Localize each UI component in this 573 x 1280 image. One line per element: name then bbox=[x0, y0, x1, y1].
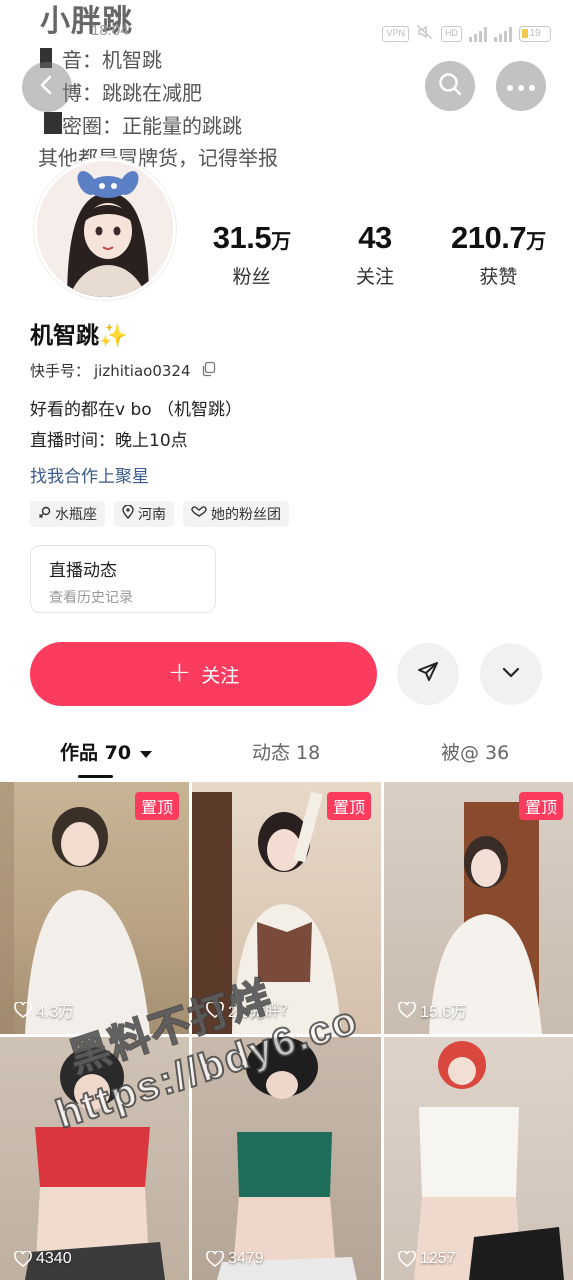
live-history-card[interactable]: 直播动态 查看历史记录 bbox=[30, 545, 216, 613]
pinned-badge: 置顶 bbox=[518, 792, 563, 820]
stat-number: 43 bbox=[313, 220, 436, 256]
mute-icon bbox=[416, 24, 434, 44]
thumbnail-image bbox=[414, 1041, 564, 1280]
location-pin-icon bbox=[122, 504, 134, 523]
live-card-title: 直播动态 bbox=[49, 561, 117, 581]
signal-icon bbox=[469, 26, 487, 42]
content-tabs: 作品 70 动态 18 被@ 36 bbox=[0, 730, 573, 780]
stat-label: 关注 bbox=[355, 266, 394, 288]
follow-label: 关注 bbox=[201, 664, 240, 687]
status-bar: 18:04 VPN HD 19 bbox=[0, 0, 573, 42]
stat-number: 210.7万 bbox=[437, 220, 560, 256]
stat-label: 粉丝 bbox=[232, 266, 271, 288]
stat-label: 获赞 bbox=[479, 266, 518, 288]
pinned-badge: 置顶 bbox=[134, 792, 179, 820]
stat-unit: 万 bbox=[271, 231, 291, 253]
stat-likes[interactable]: 210.7万 获赞 bbox=[437, 220, 560, 300]
tab-moments[interactable]: 动态 18 bbox=[252, 738, 320, 765]
like-count-value: 15.6万 bbox=[420, 1004, 468, 1021]
nickname: 机智跳✨ bbox=[30, 323, 128, 349]
status-icons: VPN HD 19 bbox=[382, 24, 551, 44]
tag-constellation[interactable]: 水瓶座 bbox=[30, 501, 105, 527]
background-bio-line: 博：跳跳在减肥 bbox=[62, 81, 202, 105]
tab-label: 作品 70 bbox=[60, 742, 132, 764]
redaction-mark bbox=[44, 112, 62, 134]
battery-level: 19 bbox=[529, 28, 541, 39]
avatar-illustration bbox=[37, 161, 173, 297]
heart-icon bbox=[206, 1251, 224, 1267]
avatar[interactable] bbox=[34, 158, 176, 300]
tab-mentions[interactable]: 被@ 36 bbox=[441, 738, 509, 765]
uid-value: jizhitiao0324 bbox=[94, 361, 191, 380]
background-bio-line: 密圈：正能量的跳跳 bbox=[62, 114, 242, 138]
signal-icon bbox=[494, 26, 512, 42]
chevron-down-icon bbox=[500, 661, 522, 687]
tag-location[interactable]: 河南 bbox=[114, 501, 174, 527]
copy-icon[interactable] bbox=[201, 361, 217, 381]
like-count: 15.6万 bbox=[398, 998, 467, 1022]
tag-label: 她的粉丝团 bbox=[211, 507, 281, 523]
video-thumbnail[interactable]: 1257 bbox=[384, 1037, 573, 1280]
tag-fan-group[interactable]: 她的粉丝团 bbox=[183, 501, 289, 527]
search-icon bbox=[437, 71, 463, 101]
more-button[interactable] bbox=[496, 61, 546, 111]
plus-icon: + bbox=[167, 655, 192, 688]
vpn-icon: VPN bbox=[382, 26, 409, 42]
hd-icon: HD bbox=[441, 26, 462, 42]
user-id-row: 快手号： jizhitiao0324 bbox=[30, 360, 217, 381]
stat-following[interactable]: 43 关注 bbox=[313, 220, 436, 300]
back-button[interactable] bbox=[22, 62, 72, 112]
tag-label: 水瓶座 bbox=[55, 507, 97, 523]
tag-label: 河南 bbox=[138, 507, 166, 523]
bio-line: 好看的都在v bo （机智跳） bbox=[30, 400, 243, 420]
collaboration-link[interactable]: 找我合作上聚星 bbox=[30, 462, 149, 487]
like-count-value: 3479 bbox=[228, 1250, 264, 1267]
stat-value: 31.5 bbox=[212, 220, 272, 255]
gender-female-icon bbox=[38, 506, 51, 523]
stat-value: 43 bbox=[358, 220, 392, 255]
search-button[interactable] bbox=[425, 61, 475, 111]
expand-button[interactable] bbox=[480, 643, 542, 705]
uid-label: 快手号： bbox=[30, 362, 91, 380]
video-thumbnail[interactable]: 置顶 15.6万 bbox=[384, 782, 573, 1034]
stat-followers[interactable]: 31.5万 粉丝 bbox=[190, 220, 313, 300]
like-count: 1257 bbox=[398, 1250, 456, 1268]
caret-down-icon bbox=[139, 742, 152, 764]
bio-line: 直播时间：晚上10点 bbox=[30, 431, 188, 451]
like-count: 4340 bbox=[14, 1250, 72, 1268]
chevron-left-icon bbox=[36, 74, 58, 100]
profile-tags: 水瓶座 河南 她的粉丝团 bbox=[30, 501, 289, 527]
fan-group-icon bbox=[191, 506, 207, 522]
tab-underline bbox=[78, 775, 113, 778]
follow-button[interactable]: + 关注 bbox=[30, 642, 377, 706]
battery-icon: 19 bbox=[519, 26, 551, 42]
tab-works[interactable]: 作品 70 bbox=[60, 738, 152, 765]
live-card-subtitle: 查看历史记录 bbox=[49, 590, 133, 606]
more-dots-icon bbox=[506, 77, 536, 96]
stat-number: 31.5万 bbox=[190, 220, 313, 256]
like-count: 3479 bbox=[206, 1250, 264, 1268]
send-icon bbox=[416, 660, 440, 688]
like-count-value: 1257 bbox=[420, 1250, 456, 1267]
stat-unit: 万 bbox=[526, 231, 546, 253]
pinned-badge: 置顶 bbox=[326, 792, 371, 820]
share-button[interactable] bbox=[397, 643, 459, 705]
profile-stats: 31.5万 粉丝 43 关注 210.7万 获赞 bbox=[190, 220, 560, 300]
like-count-value: 4340 bbox=[36, 1250, 72, 1267]
status-time: 18:04 bbox=[91, 22, 129, 39]
heart-icon bbox=[398, 1251, 416, 1267]
heart-icon bbox=[14, 1251, 32, 1267]
background-bio-line: 音：机智跳 bbox=[62, 48, 162, 72]
stat-value: 210.7 bbox=[451, 220, 527, 255]
